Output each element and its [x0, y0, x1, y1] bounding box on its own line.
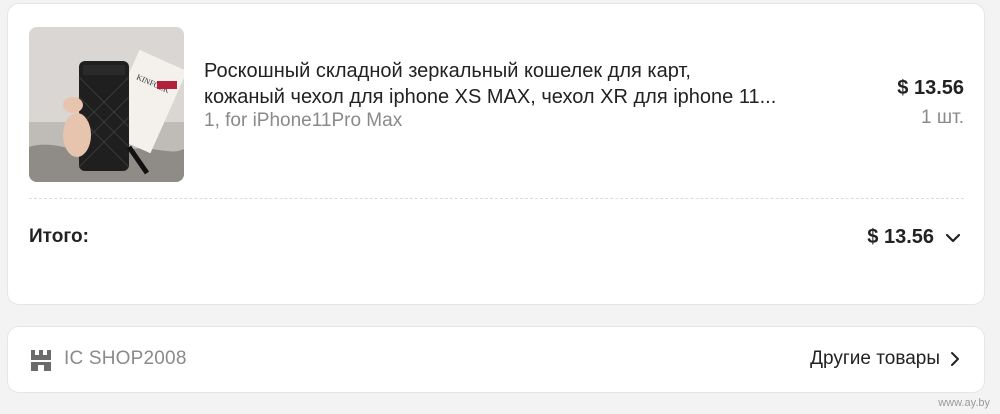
product-image[interactable]: KINFOLK	[29, 27, 184, 182]
store-icon	[31, 350, 51, 371]
chevron-right-icon	[951, 352, 959, 366]
product-title-line-1: Роскошный складной зеркальный кошелек дл…	[204, 60, 691, 82]
page: KINFOLK Роскошный складной зеркальный ко…	[0, 0, 1000, 414]
product-variant: 1, for iPhone11Pro Max	[204, 110, 403, 131]
other-products-link[interactable]: Другие товары	[810, 348, 962, 370]
total-toggle[interactable]: $ 13.56	[867, 226, 962, 249]
product-title[interactable]: Роскошный складной зеркальный кошелек дл…	[204, 58, 844, 110]
total-label: Итого:	[29, 226, 89, 247]
other-products-label: Другие товары	[810, 348, 940, 369]
dashed-divider	[29, 198, 964, 199]
chevron-down-icon	[945, 233, 961, 242]
shop-name[interactable]: IC SHOP2008	[64, 348, 187, 370]
product-photo: KINFOLK	[29, 27, 184, 182]
total-amount: $ 13.56	[867, 226, 934, 248]
watermark: www.ay.by	[938, 397, 990, 409]
product-title-line-2: кожаный чехол для iphone XS MAX, чехол X…	[204, 86, 777, 108]
product-quantity: 1 шт.	[921, 107, 964, 128]
shop-card: IC SHOP2008 Другие товары	[7, 326, 985, 393]
order-card: KINFOLK Роскошный складной зеркальный ко…	[7, 3, 985, 305]
product-price: $ 13.56	[897, 77, 964, 99]
